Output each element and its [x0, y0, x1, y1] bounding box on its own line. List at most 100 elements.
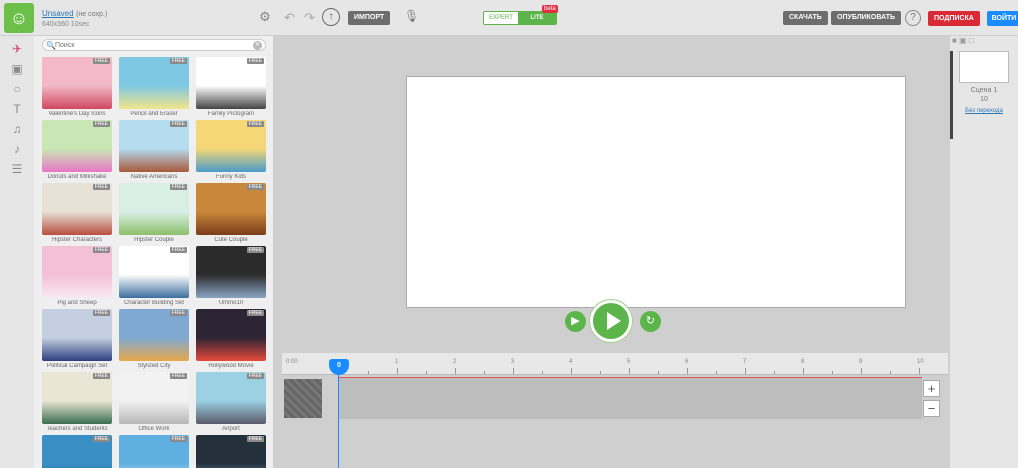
time-tick: [861, 368, 862, 374]
free-badge: FREE: [92, 121, 110, 127]
time-tick-label: 9: [859, 359, 863, 365]
clear-search-icon[interactable]: ✕: [253, 41, 262, 50]
publish-button[interactable]: ОПУБЛИКОВАТЬ: [831, 11, 902, 25]
time-half-tick: [774, 371, 775, 374]
library-item[interactable]: FREE: [42, 246, 112, 298]
library-panel: 🔍 ✕ FREE Valentine's Day Icons FREE Pencil …: [34, 36, 274, 468]
microphone-icon[interactable]: 🎙: [404, 9, 419, 23]
library-item[interactable]: FREE: [196, 120, 266, 172]
rocket-icon[interactable]: ✈: [10, 42, 24, 56]
login-button[interactable]: ВОЙТИ: [987, 11, 1018, 26]
library-item[interactable]: FREE: [119, 120, 189, 172]
library-item[interactable]: FREE: [196, 57, 266, 109]
library-item[interactable]: FREE: [196, 246, 266, 298]
app-logo[interactable]: ☺: [4, 3, 34, 33]
scene-name: Сцена 1: [970, 87, 998, 94]
help-icon[interactable]: ?: [905, 10, 921, 26]
library-item[interactable]: FREE: [42, 372, 112, 424]
undo-icon[interactable]: ↶: [284, 10, 295, 26]
sound-icon[interactable]: ♪: [10, 142, 24, 156]
free-badge: FREE: [246, 247, 264, 253]
free-badge: FREE: [92, 436, 110, 442]
library-item[interactable]: FREE: [119, 372, 189, 424]
library-item[interactable]: FREE: [42, 57, 112, 109]
time-half-tick: [368, 371, 369, 374]
library-item-caption: Donuts and Milkshake: [47, 174, 107, 180]
library-search[interactable]: 🔍 ✕: [42, 39, 266, 51]
library-item[interactable]: FREE: [119, 309, 189, 361]
layers-icon[interactable]: ☰: [10, 162, 24, 176]
library-item-caption: Pencil and Eraser: [130, 111, 178, 117]
text-icon[interactable]: T: [10, 102, 24, 116]
library-item[interactable]: FREE: [119, 57, 189, 109]
free-badge: FREE: [169, 373, 187, 379]
download-button[interactable]: СКАЧАТЬ: [783, 11, 828, 25]
playhead-line: [338, 375, 339, 468]
library-item[interactable]: FREE: [42, 183, 112, 235]
zoom-out-button[interactable]: −: [923, 400, 940, 417]
library-item[interactable]: FREE: [42, 120, 112, 172]
replay-button[interactable]: ↻: [640, 311, 661, 332]
canvas-stage[interactable]: [406, 76, 906, 308]
library-item[interactable]: FREE: [119, 246, 189, 298]
library-item[interactable]: FREE: [196, 435, 266, 468]
timeline: 0:00 1 2 3 4 5 6 7 8 9 10 0 + −: [282, 353, 948, 468]
time-tick: [803, 368, 804, 374]
play-from-start-button[interactable]: ▶: [565, 311, 586, 332]
redo-icon[interactable]: ↷: [304, 10, 315, 26]
library-item-caption: Ummo10: [218, 300, 244, 306]
upload-icon[interactable]: ↑: [322, 8, 340, 26]
project-name-link[interactable]: Unsaved: [42, 9, 74, 18]
search-input[interactable]: [55, 40, 251, 50]
free-badge: FREE: [246, 58, 264, 64]
library-item-caption: Office Work: [138, 426, 170, 432]
library-item[interactable]: FREE: [42, 435, 112, 468]
play-button[interactable]: [590, 300, 632, 342]
scene-track[interactable]: [339, 377, 922, 419]
library-item[interactable]: FREE: [119, 183, 189, 235]
free-badge: FREE: [92, 247, 110, 253]
scene-thumbnail[interactable]: [959, 51, 1009, 83]
subscribe-button[interactable]: ПОДПИСКА: [928, 11, 980, 26]
transition-link[interactable]: Без перехода: [956, 108, 1012, 114]
time-half-tick: [426, 371, 427, 374]
zoom-in-button[interactable]: +: [923, 380, 940, 397]
library-item[interactable]: FREE: [119, 435, 189, 468]
library-item-caption: Stylized City: [137, 363, 171, 369]
library-item[interactable]: FREE: [42, 309, 112, 361]
library-item[interactable]: FREE: [196, 372, 266, 424]
timeline-ruler[interactable]: 0:00 1 2 3 4 5 6 7 8 9 10: [282, 353, 948, 375]
free-badge: FREE: [92, 184, 110, 190]
time-tick: [513, 368, 514, 374]
gear-icon[interactable]: ⚙: [258, 10, 272, 24]
time-half-tick: [600, 371, 601, 374]
mode-toggle[interactable]: EXPERT LITE: [483, 11, 557, 25]
time-tick-label: 5: [627, 359, 631, 365]
speech-bubble-icon[interactable]: ○: [10, 82, 24, 96]
free-badge: FREE: [246, 373, 264, 379]
scene-selection-bar: [950, 51, 953, 139]
image-icon[interactable]: ▣: [10, 62, 24, 76]
time-tick: [455, 368, 456, 374]
project-info: Unsaved (не сохр.) 640x360 10sec: [42, 9, 107, 29]
library-item-caption: Valentine's Day Icons: [48, 111, 106, 117]
library-item[interactable]: FREE: [196, 309, 266, 361]
library-item-caption: Native Americans: [130, 174, 178, 180]
scene-track-thumb[interactable]: [284, 379, 322, 418]
library-item-caption: Hipster Couple: [134, 237, 174, 243]
library-item-caption: Cute Couple: [214, 237, 248, 243]
music-icon[interactable]: ♫: [10, 122, 24, 136]
library-item-caption: Character Building Set: [123, 300, 185, 306]
library-item[interactable]: FREE: [196, 183, 266, 235]
scene-tools[interactable]: ■ ▣ □: [952, 36, 983, 48]
mode-lite-option[interactable]: LITE: [518, 12, 556, 24]
free-badge: FREE: [169, 184, 187, 190]
tool-rail: ✈ ▣ ○ T ♫ ♪ ☰: [0, 36, 34, 468]
time-half-tick: [542, 371, 543, 374]
time-tick-label: 7: [743, 359, 747, 365]
time-tick: [571, 368, 572, 374]
mode-expert-option[interactable]: EXPERT: [484, 12, 518, 24]
time-tick: [919, 368, 920, 374]
import-button[interactable]: ИМПОРТ: [348, 11, 391, 25]
project-dimensions: 640x360 10sec: [42, 21, 90, 28]
